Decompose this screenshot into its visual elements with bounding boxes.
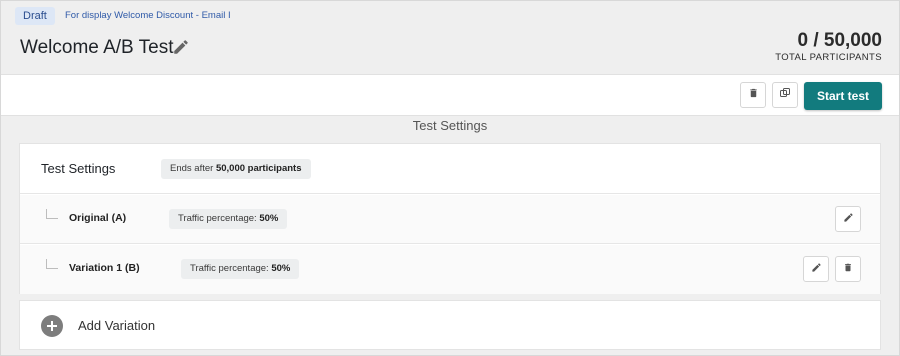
tree-connector: [46, 259, 58, 269]
ends-after-prefix: Ends after: [170, 163, 216, 174]
test-settings-title: Test Settings: [41, 161, 116, 176]
plus-icon: [41, 315, 63, 337]
add-variation-label: Add Variation: [78, 318, 156, 333]
trash-icon: [843, 260, 853, 278]
duplicate-icon: [779, 86, 791, 104]
pencil-icon[interactable]: [172, 38, 190, 56]
delete-test-button[interactable]: [740, 82, 766, 108]
variation-label: Original (A): [69, 212, 127, 224]
traffic-pill: Traffic percentage: 50%: [169, 209, 288, 229]
participants-count: 0 / 50,000: [797, 30, 882, 51]
edit-variation-button[interactable]: [835, 206, 861, 232]
traffic-pill: Traffic percentage: 50%: [181, 259, 300, 279]
duplicate-test-button[interactable]: [772, 82, 798, 108]
edit-variation-button[interactable]: [803, 256, 829, 282]
variation-row: Variation 1 (B) Traffic percentage: 50%: [20, 245, 880, 294]
traffic-prefix: Traffic percentage:: [190, 263, 272, 274]
test-settings-card: Test Settings Ends after 50,000 particip…: [19, 143, 881, 294]
tree-connector: [46, 209, 58, 219]
status-badge: Draft: [15, 7, 55, 25]
section-heading: Test Settings: [412, 118, 488, 133]
traffic-prefix: Traffic percentage:: [178, 213, 260, 224]
pencil-icon: [811, 260, 822, 278]
page-title: Welcome A/B Test: [20, 37, 174, 58]
test-settings-header: Test Settings Ends after 50,000 particip…: [20, 144, 880, 194]
pencil-icon: [843, 210, 854, 228]
start-test-button[interactable]: Start test: [804, 82, 882, 110]
participants-label: TOTAL PARTICIPANTS: [775, 52, 882, 63]
trash-icon: [748, 86, 759, 104]
add-variation-button[interactable]: Add Variation: [19, 300, 881, 350]
ends-after-pill: Ends after 50,000 participants: [161, 159, 311, 179]
variation-label: Variation 1 (B): [69, 262, 140, 274]
campaign-link[interactable]: For display Welcome Discount - Email I: [65, 10, 231, 21]
traffic-value: 50%: [259, 213, 279, 224]
ends-after-value: 50,000 participants: [215, 163, 302, 174]
toolbar: Start test: [1, 74, 899, 116]
delete-variation-button[interactable]: [835, 256, 861, 282]
traffic-value: 50%: [271, 263, 291, 274]
variation-row: Original (A) Traffic percentage: 50%: [20, 195, 880, 244]
